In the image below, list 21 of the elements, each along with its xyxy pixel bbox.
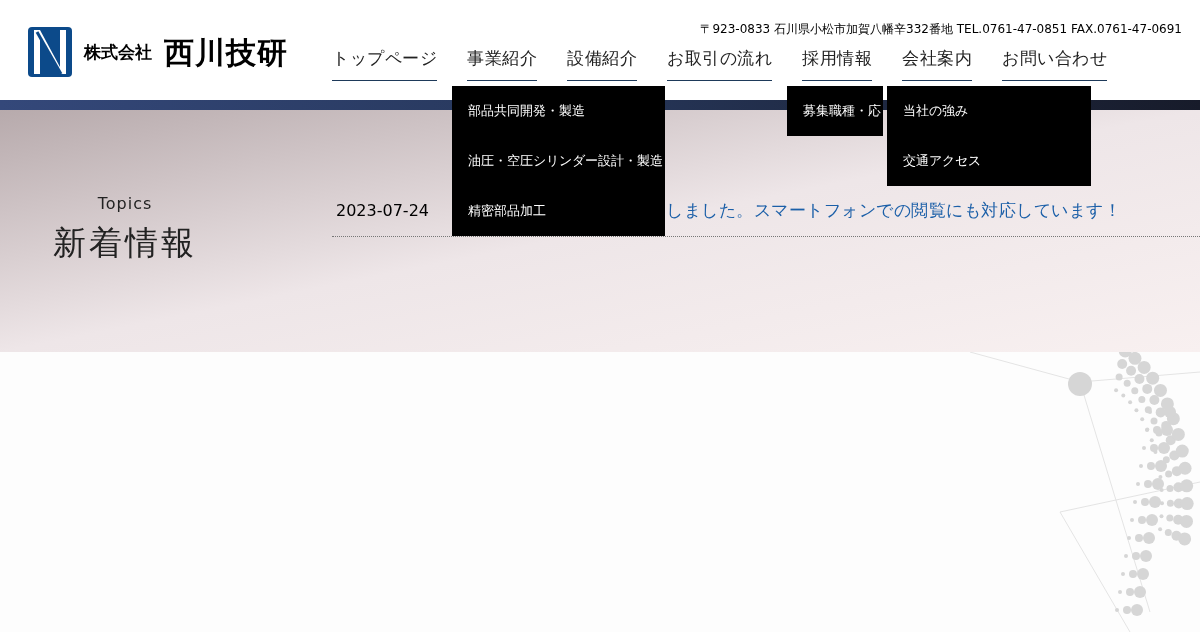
dropdown-item[interactable]: 油圧・空圧シリンダー設計・製造 bbox=[452, 135, 665, 186]
nav-link[interactable]: 会社案内 bbox=[902, 46, 972, 81]
logo-icon bbox=[28, 27, 72, 77]
dropdown-item[interactable]: 部品共同開発・製造 bbox=[452, 85, 665, 136]
dropdown-item[interactable]: 当社の強み bbox=[887, 85, 1091, 136]
news-link[interactable]: しました。スマートフォンでの閲覧にも対応しています！ bbox=[666, 197, 1121, 224]
dropdown-item[interactable]: 交通アクセス bbox=[887, 135, 1091, 186]
company-type: 株式会社 bbox=[84, 41, 152, 65]
dropdown-item[interactable]: 募集職種・応 bbox=[787, 85, 883, 136]
section-label: Topics bbox=[97, 193, 153, 215]
nav-link[interactable]: お問い合わせ bbox=[1002, 46, 1107, 81]
nav-link[interactable]: トップページ bbox=[332, 46, 437, 81]
company-name: 西川技研 bbox=[164, 33, 288, 72]
nav-link[interactable]: お取引の流れ bbox=[667, 46, 772, 81]
company-address: 〒923-0833 石川県小松市加賀八幡辛332番地 TEL.0761-47-0851 FAX.0761-47-0691 bbox=[700, 21, 1182, 38]
dropdown-item[interactable]: 精密部品加工 bbox=[452, 185, 665, 236]
nav-link[interactable]: 事業紹介 bbox=[467, 46, 537, 81]
news-date: 2023-07-24 bbox=[336, 200, 429, 220]
section-title: 新着情報 bbox=[53, 222, 197, 264]
nav-link[interactable]: 設備紹介 bbox=[567, 46, 637, 81]
nav-link[interactable]: 採用情報 bbox=[802, 46, 872, 81]
